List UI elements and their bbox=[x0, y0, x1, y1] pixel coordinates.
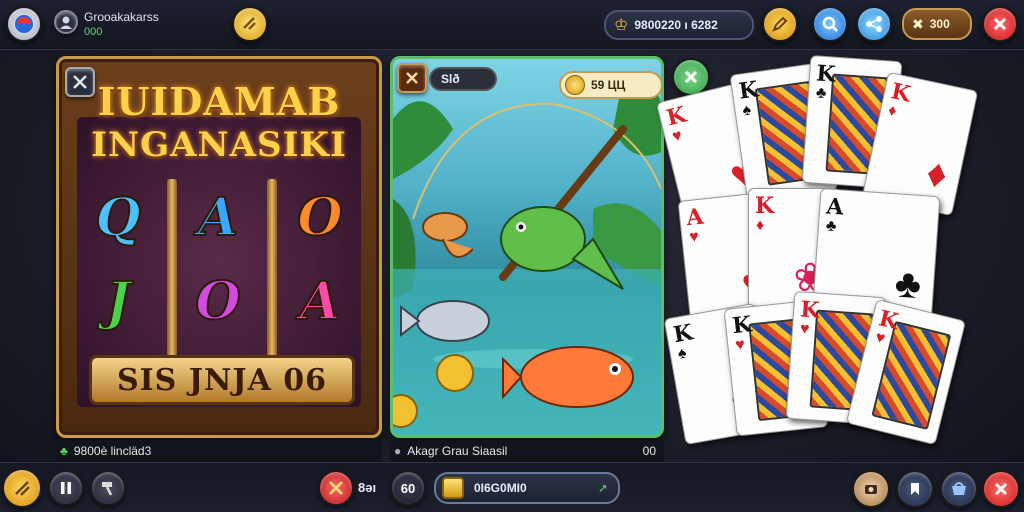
coin-icon bbox=[442, 477, 464, 499]
crossed-swords-icon: ✖ bbox=[912, 15, 924, 32]
slot-title-line2: INGANASIKI bbox=[91, 125, 347, 165]
coin-counter: 59 ЦЦ bbox=[559, 71, 661, 99]
slot-game-panel[interactable]: IUIDAMAB INGANASIKI Q A O J O A SIS JNJA… bbox=[56, 56, 382, 438]
slot-symbol: O bbox=[296, 186, 343, 249]
bookmark-icon[interactable] bbox=[896, 470, 934, 508]
arrow-up-icon: ➚ bbox=[597, 481, 608, 495]
win-text: SIS JNJA 06 bbox=[116, 362, 328, 398]
fishing-tab-label: Slð bbox=[441, 72, 460, 86]
score-display[interactable]: ✖ 300 bbox=[902, 8, 972, 40]
slot-title-line1: IUIDAMAB bbox=[97, 79, 341, 124]
slot-symbol: O bbox=[194, 270, 241, 333]
share-icon[interactable] bbox=[856, 6, 892, 42]
coin-icon bbox=[565, 75, 585, 95]
chip-text: 60 bbox=[400, 480, 416, 496]
sword-icon[interactable] bbox=[397, 63, 427, 93]
fishing-caption-bar: ● Akagr Grau Siaasil 00 bbox=[390, 440, 664, 462]
slot-caption-bar: ♣ 9800è lincläd3 bbox=[56, 440, 382, 462]
profile-name: Grooakakarss bbox=[84, 10, 159, 24]
reel-divider bbox=[267, 179, 277, 379]
slot-symbol: A bbox=[299, 270, 341, 333]
clover-icon: ♣ bbox=[60, 444, 68, 458]
score-value: 300 bbox=[929, 17, 950, 31]
fishing-caption-value: 00 bbox=[642, 444, 656, 458]
crossed-swords-icon[interactable] bbox=[318, 470, 354, 506]
user-icon: ● bbox=[394, 444, 402, 458]
slot-symbol: J bbox=[105, 270, 132, 333]
close-icon[interactable] bbox=[982, 470, 1020, 508]
close-icon[interactable] bbox=[982, 6, 1018, 42]
coin-total-value: 0I6G0MI0 bbox=[474, 481, 527, 495]
balance-value: 9800220 ı 6282 bbox=[634, 18, 718, 32]
avatar[interactable] bbox=[54, 10, 78, 34]
hammer-icon[interactable] bbox=[90, 470, 126, 506]
search-icon[interactable] bbox=[812, 6, 848, 42]
slot-symbol: A bbox=[197, 186, 239, 249]
fishing-caption: Akagr Grau Siaasil bbox=[407, 444, 508, 458]
balance-display: ♔ 9800220 ı 6282 bbox=[604, 10, 754, 40]
profile-level: 000 bbox=[84, 26, 103, 38]
chip-button[interactable]: 60 bbox=[390, 470, 426, 506]
gold-coin-icon[interactable] bbox=[232, 6, 268, 42]
treasure-bag-icon: ♔ bbox=[614, 17, 629, 34]
reel-divider bbox=[167, 179, 177, 379]
fishing-tab[interactable]: Slð bbox=[429, 67, 497, 91]
card-table[interactable]: K♥♥ K♠ K♣ K♦♦ A♥♥ K♦❀ A♣♣ K♠♣ K♥ K♥ K♥ bbox=[655, 50, 1024, 460]
edit-icon[interactable] bbox=[762, 6, 798, 42]
count-text: 8əı bbox=[358, 480, 377, 495]
menu-icon[interactable] bbox=[6, 6, 42, 42]
win-display: SIS JNJA 06 bbox=[89, 355, 355, 405]
slot-caption: 9800è lincläd3 bbox=[73, 444, 152, 458]
coin-total-display: 0I6G0MI0 ➚ bbox=[434, 472, 620, 504]
slot-symbol: Q bbox=[94, 186, 141, 249]
sword-icon[interactable] bbox=[2, 468, 42, 508]
shop-icon[interactable] bbox=[940, 470, 978, 508]
fishing-scene bbox=[393, 77, 661, 435]
coin-counter-value: 59 ЦЦ bbox=[591, 78, 626, 92]
pause-icon[interactable] bbox=[48, 470, 84, 506]
fishing-game-panel[interactable]: Slð 59 ЦЦ bbox=[390, 56, 664, 438]
camera-icon[interactable] bbox=[852, 470, 890, 508]
